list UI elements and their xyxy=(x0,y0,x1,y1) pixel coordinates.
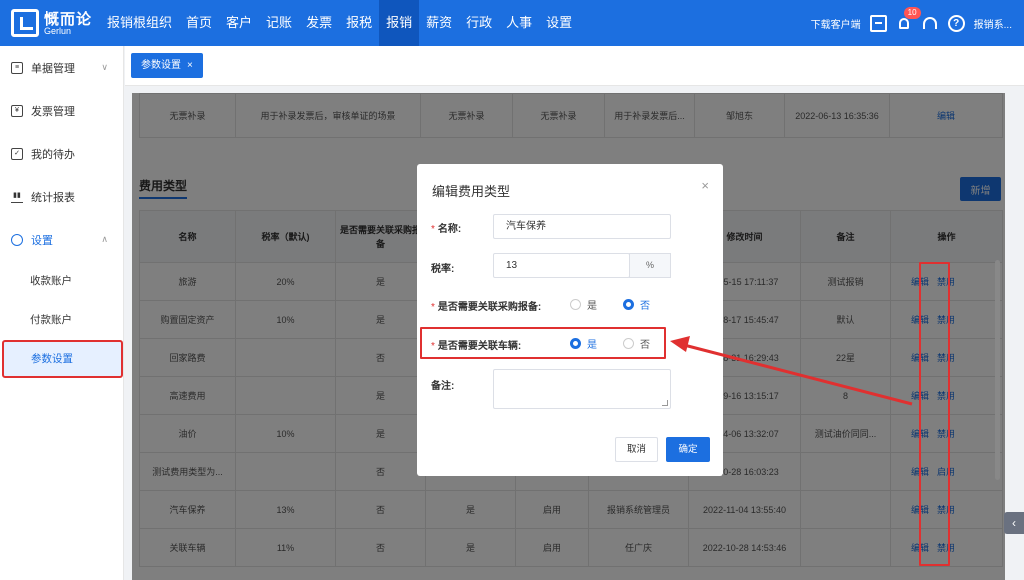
top-right-tools: 下载客户端 10 ? 报销系... xyxy=(811,0,1012,46)
nav-item-hr[interactable]: 人事 xyxy=(499,0,539,46)
chevron-up-icon: ∧ xyxy=(101,234,108,244)
document-icon: ≡ xyxy=(11,62,23,74)
nav-item-bookkeeping[interactable]: 记账 xyxy=(259,0,299,46)
purchase-yes-radio[interactable]: 是 xyxy=(570,297,597,312)
sidebar-item-reports[interactable]: ▮▮ 统计报表 xyxy=(0,181,124,213)
nav-item-invoice[interactable]: 发票 xyxy=(299,0,339,46)
nav-item-admin[interactable]: 行政 xyxy=(459,0,499,46)
close-icon[interactable]: × xyxy=(701,178,709,193)
scrollbar[interactable] xyxy=(995,260,1000,480)
brand-name-en: Gerlun xyxy=(44,26,72,36)
bell-icon xyxy=(899,17,910,29)
radio-unchecked-icon xyxy=(570,299,581,310)
radio-checked-icon xyxy=(623,299,634,310)
notification-button[interactable]: 10 xyxy=(896,6,921,32)
tax-rate-unit: % xyxy=(629,253,671,278)
download-client-link[interactable]: 下载客户端 xyxy=(811,16,861,31)
sidebar-item-label: 发票管理 xyxy=(31,106,75,118)
edit-expense-type-dialog: 编辑费用类型 × * 名称: 汽车保养 税率: 13 % * 是否需要关联采购报备:… xyxy=(417,164,723,476)
sidebar-item-label: 我的待办 xyxy=(31,149,75,161)
sidebar: ≡ 单据管理 ∨ ¥ 发票管理 ✓ 我的待办 ▮▮ 统计报表 设置 ∧ 收款账户… xyxy=(0,46,124,580)
todo-icon: ✓ xyxy=(11,148,23,160)
radio-label: 是 xyxy=(587,301,597,312)
support-button[interactable] xyxy=(922,15,939,32)
scan-icon[interactable] xyxy=(869,14,887,32)
sidebar-item-label: 单据管理 xyxy=(31,63,75,75)
gear-icon xyxy=(11,234,23,246)
close-icon[interactable]: × xyxy=(187,60,193,71)
nav-item-home[interactable]: 首页 xyxy=(179,0,219,46)
sidebar-item-todo[interactable]: ✓ 我的待办 xyxy=(0,138,124,170)
top-navbar: 慨而论 Gerlun 报销根组织 首页 客户 记账 发票 报税 报销 薪资 行政… xyxy=(0,0,1024,46)
user-menu[interactable]: 报销系... xyxy=(974,16,1012,31)
note-textarea[interactable] xyxy=(493,369,671,409)
sidebar-item-label: 设置 xyxy=(31,235,53,247)
logo-icon xyxy=(11,9,39,37)
notification-badge: 10 xyxy=(903,6,921,19)
brand-logo[interactable]: 慨而论 Gerlun xyxy=(11,6,99,40)
confirm-button[interactable]: 确定 xyxy=(666,437,710,462)
collapse-panel-button[interactable]: ‹ xyxy=(1004,512,1024,534)
name-label: * 名称: xyxy=(431,224,462,235)
sidebar-subitem-payment-account[interactable]: 付款账户 xyxy=(0,304,124,336)
sidebar-subitem-receiving-account[interactable]: 收款账户 xyxy=(0,265,124,297)
main-nav: 报销根组织 首页 客户 记账 发票 报税 报销 薪资 行政 人事 设置 xyxy=(100,0,579,46)
nav-item-tax[interactable]: 报税 xyxy=(339,0,379,46)
tax-rate-input[interactable]: 13 xyxy=(493,253,630,278)
dialog-title: 编辑费用类型 xyxy=(432,184,511,199)
name-label-text: 名称: xyxy=(437,224,462,235)
sidebar-item-label: 统计报表 xyxy=(31,192,75,204)
headset-icon xyxy=(923,17,938,29)
chart-icon: ▮▮ xyxy=(11,191,23,203)
sidebar-item-documents[interactable]: ≡ 单据管理 ∨ xyxy=(0,52,124,84)
purchase-no-radio[interactable]: 否 xyxy=(623,297,650,312)
nav-item-customer[interactable]: 客户 xyxy=(219,0,259,46)
cancel-button[interactable]: 取消 xyxy=(615,437,658,462)
vehicle-option-highlight-box xyxy=(420,327,666,359)
sidebar-item-settings[interactable]: 设置 ∧ xyxy=(0,224,124,256)
nav-item-salary[interactable]: 薪资 xyxy=(419,0,459,46)
tax-rate-label: 税率: xyxy=(431,264,455,275)
help-icon[interactable]: ? xyxy=(947,14,965,32)
tab-parameter-settings[interactable]: 参数设置 × xyxy=(131,53,203,78)
invoice-icon: ¥ xyxy=(11,105,23,117)
actions-column-highlight-box xyxy=(919,262,950,566)
sidebar-item-invoices[interactable]: ¥ 发票管理 xyxy=(0,95,124,127)
nav-item-org[interactable]: 报销根组织 xyxy=(100,0,179,46)
tab-label: 参数设置 xyxy=(141,60,181,71)
purchase-report-label-text: 是否需要关联采购报备: xyxy=(437,302,542,313)
chevron-down-icon: ∨ xyxy=(101,62,108,72)
name-input[interactable]: 汽车保养 xyxy=(493,214,671,239)
nav-item-reimbursement[interactable]: 报销 xyxy=(379,0,420,46)
note-label: 备注: xyxy=(431,381,455,392)
nav-item-settings[interactable]: 设置 xyxy=(539,0,579,46)
resize-grip-icon[interactable] xyxy=(662,400,668,406)
sidebar-subitem-parameter-settings[interactable]: 参数设置 xyxy=(2,340,123,378)
purchase-report-label: * 是否需要关联采购报备: xyxy=(431,302,542,313)
tab-bar: 参数设置 × xyxy=(125,46,1024,86)
radio-label: 否 xyxy=(640,301,650,312)
